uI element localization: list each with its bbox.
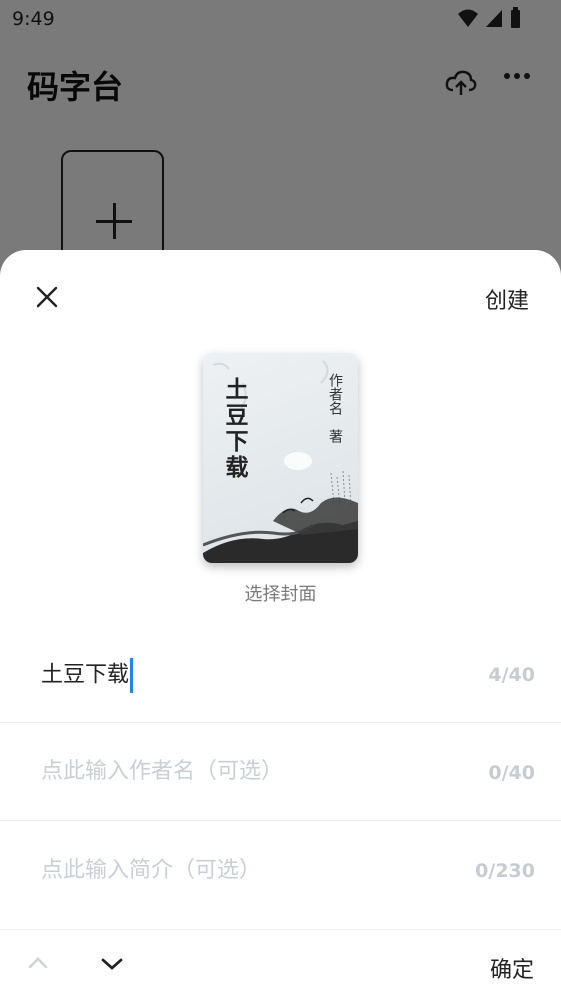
create-book-sheet: 创建 土豆下载 作者名 著 选择封面 土豆下载 4/40 点此输入作者名（可选）… (0, 250, 561, 999)
author-input[interactable]: 点此输入作者名（可选） (41, 757, 283, 787)
intro-field[interactable]: 点此输入简介（可选） 0/230 (0, 820, 561, 918)
title-input[interactable]: 土豆下载 (41, 663, 129, 688)
confirm-button[interactable]: 确定 (490, 952, 534, 984)
intro-char-count: 0/230 (475, 860, 535, 882)
title-char-count: 4/40 (488, 664, 535, 686)
close-icon[interactable] (36, 286, 58, 308)
chevron-up-icon[interactable] (28, 957, 48, 969)
select-cover-label[interactable]: 选择封面 (0, 580, 561, 606)
book-cover[interactable]: 土豆下载 作者名 著 (203, 353, 358, 563)
keyboard-toolbar: 确定 (0, 929, 561, 1000)
cover-author-suffix: 著 (327, 429, 343, 443)
author-field[interactable]: 点此输入作者名（可选） 0/40 (0, 722, 561, 821)
create-button[interactable]: 创建 (485, 283, 529, 315)
text-caret (130, 658, 134, 693)
title-field[interactable]: 土豆下载 4/40 (0, 624, 561, 723)
intro-input[interactable]: 点此输入简介（可选） (41, 856, 261, 886)
cover-title: 土豆下载 (221, 377, 248, 481)
author-char-count: 0/40 (488, 762, 535, 784)
cover-author: 作者名 (327, 373, 343, 415)
chevron-down-icon[interactable] (101, 957, 123, 971)
